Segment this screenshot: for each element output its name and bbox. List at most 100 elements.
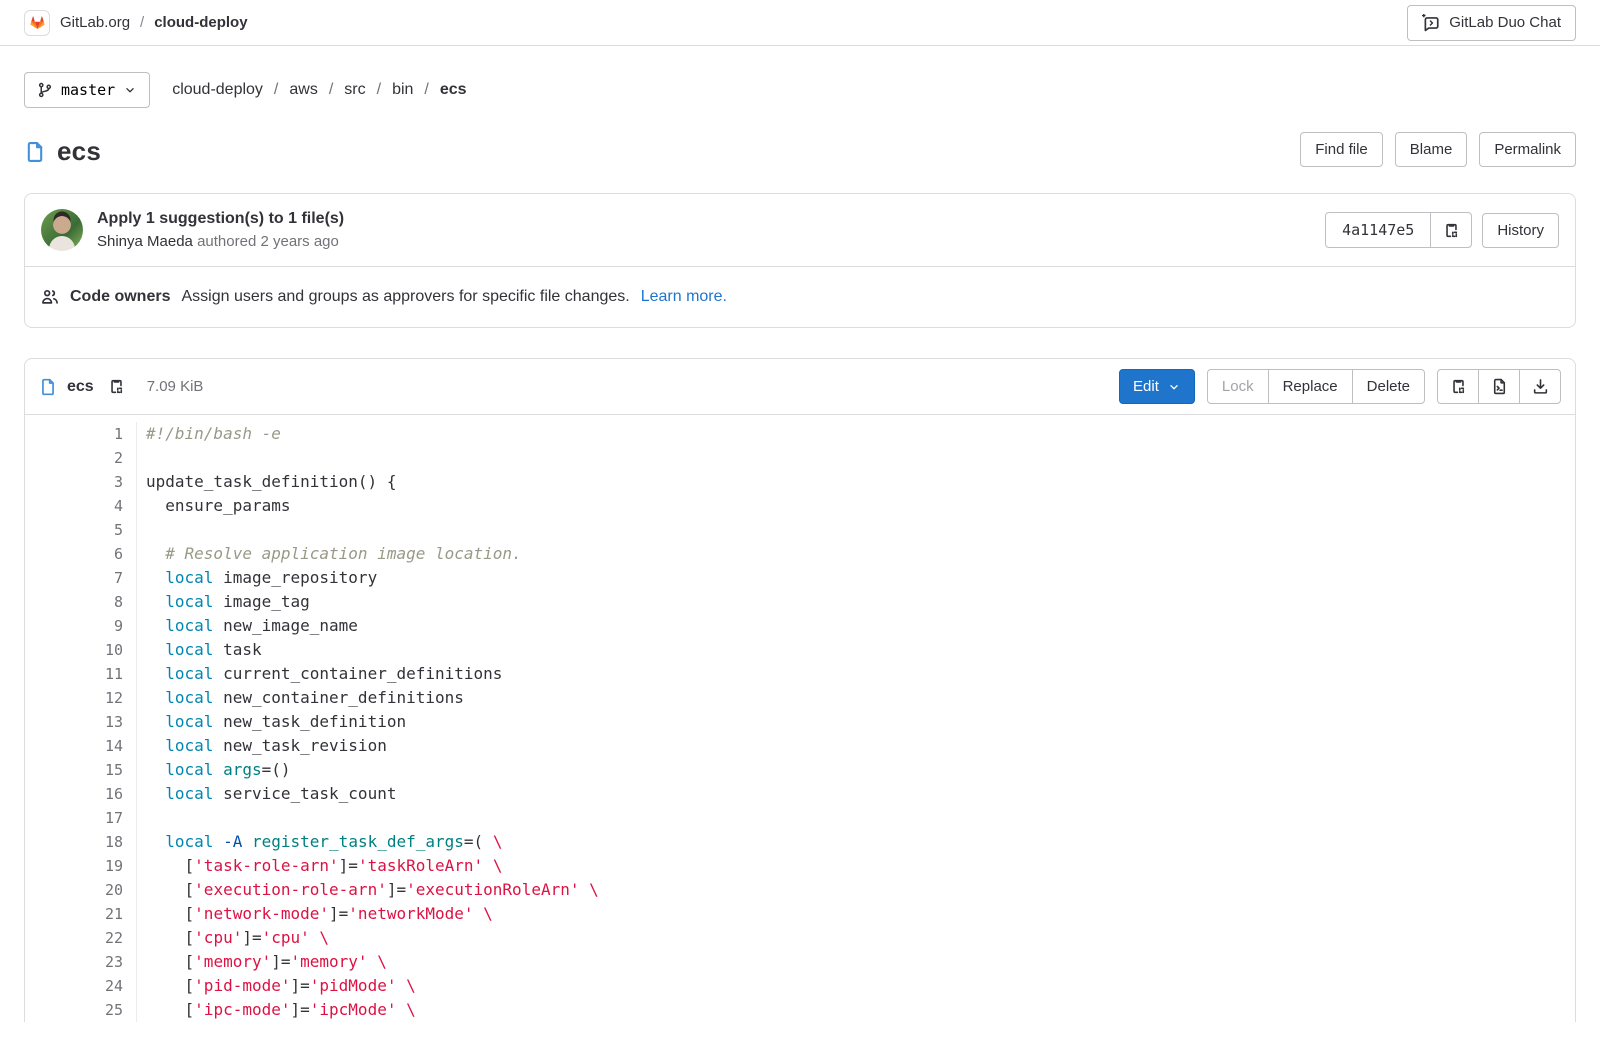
commit-actions: 4a1147e5 History	[1325, 212, 1559, 248]
copy-icon	[1450, 378, 1467, 395]
code-owners-description: Assign users and groups as approvers for…	[181, 288, 629, 306]
delete-button[interactable]: Delete	[1352, 369, 1425, 404]
line-number[interactable]: 14	[25, 734, 137, 758]
line-number[interactable]: 8	[25, 590, 137, 614]
group-link[interactable]: GitLab.org	[60, 14, 130, 31]
file-icon-small	[39, 378, 57, 396]
breadcrumb-item[interactable]: ecs	[440, 81, 467, 99]
project-link[interactable]: cloud-deploy	[154, 14, 247, 31]
line-number[interactable]: 12	[25, 686, 137, 710]
commit-author-link[interactable]: Shinya Maeda	[97, 233, 193, 250]
code-line: 18 local -A register_task_def_args=( \	[25, 830, 1575, 854]
raw-file-icon	[1491, 378, 1508, 395]
code-line-content: local image_repository	[137, 566, 377, 590]
code-line-content: local current_container_definitions	[137, 662, 502, 686]
page-title: ecs	[24, 136, 101, 167]
branch-name: master	[61, 81, 115, 99]
project-breadcrumb: GitLab.org / cloud-deploy	[24, 10, 248, 36]
line-number[interactable]: 4	[25, 494, 137, 518]
code-line-content: update_task_definition() {	[137, 470, 396, 494]
code-line-content: local new_task_definition	[137, 710, 406, 734]
code-line: 9 local new_image_name	[25, 614, 1575, 638]
code-line-content	[137, 806, 146, 830]
commit-sha-button[interactable]: 4a1147e5	[1325, 212, 1431, 248]
lock-button[interactable]: Lock	[1207, 369, 1269, 404]
line-number[interactable]: 11	[25, 662, 137, 686]
history-button[interactable]: History	[1482, 213, 1559, 248]
code-line: 3update_task_definition() {	[25, 470, 1575, 494]
line-number[interactable]: 21	[25, 902, 137, 926]
breadcrumb-item[interactable]: aws	[289, 81, 317, 99]
code-line: 2	[25, 446, 1575, 470]
line-number[interactable]: 23	[25, 950, 137, 974]
commit-info-box: Apply 1 suggestion(s) to 1 file(s) Shiny…	[24, 193, 1576, 328]
duo-chat-icon	[1422, 14, 1440, 32]
commit-meta: Shinya Maeda authored 2 years ago	[97, 233, 1325, 250]
replace-button[interactable]: Replace	[1268, 369, 1353, 404]
top-bar: GitLab.org / cloud-deploy GitLab Duo Cha…	[0, 0, 1600, 46]
copy-file-contents-button[interactable]	[1437, 369, 1479, 404]
code-line: 17	[25, 806, 1575, 830]
line-number[interactable]: 16	[25, 782, 137, 806]
breadcrumb-separator: /	[329, 81, 333, 99]
learn-more-link[interactable]: Learn more.	[641, 288, 727, 306]
avatar[interactable]	[41, 209, 83, 251]
breadcrumb-item[interactable]: src	[344, 81, 365, 99]
title-actions: Find file Blame Permalink	[1300, 132, 1576, 167]
breadcrumb-separator: /	[274, 81, 278, 99]
file-icon	[24, 141, 46, 163]
code-line-content	[137, 518, 146, 542]
copy-file-path-button[interactable]	[104, 374, 129, 399]
download-button[interactable]	[1519, 369, 1561, 404]
code-line-content: # Resolve application image location.	[137, 542, 522, 566]
title-row: ecs Find file Blame Permalink	[24, 132, 1576, 167]
line-number[interactable]: 19	[25, 854, 137, 878]
line-number[interactable]: 17	[25, 806, 137, 830]
breadcrumb-item[interactable]: bin	[392, 81, 413, 99]
code-line-content: ['task-role-arn']='taskRoleArn' \	[137, 854, 502, 878]
code-owners-icon	[41, 288, 59, 306]
code-line-content: ensure_params	[137, 494, 291, 518]
gitlab-logo-icon[interactable]	[24, 10, 50, 36]
code-line: 14 local new_task_revision	[25, 734, 1575, 758]
ref-row: master cloud-deploy/aws/src/bin/ecs	[24, 72, 1576, 108]
duo-chat-label: GitLab Duo Chat	[1449, 14, 1561, 31]
breadcrumb-separator: /	[424, 81, 428, 99]
file-actions: Edit Lock Replace Delete	[1119, 369, 1561, 404]
line-number[interactable]: 15	[25, 758, 137, 782]
line-number[interactable]: 9	[25, 614, 137, 638]
code-line: 24 ['pid-mode']='pidMode' \	[25, 974, 1575, 998]
code-line-content: ['cpu']='cpu' \	[137, 926, 329, 950]
open-raw-button[interactable]	[1478, 369, 1520, 404]
line-number[interactable]: 20	[25, 878, 137, 902]
line-number[interactable]: 7	[25, 566, 137, 590]
blame-button[interactable]: Blame	[1395, 132, 1468, 167]
edit-dropdown-button[interactable]: Edit	[1119, 369, 1195, 404]
chevron-down-icon	[123, 83, 137, 97]
file-viewer: ecs 7.09 KiB Edit Lock Replace	[24, 358, 1576, 1022]
line-number[interactable]: 25	[25, 998, 137, 1022]
breadcrumb-separator: /	[140, 14, 144, 31]
commit-title-link[interactable]: Apply 1 suggestion(s) to 1 file(s)	[97, 210, 1325, 228]
line-number[interactable]: 5	[25, 518, 137, 542]
line-number[interactable]: 2	[25, 446, 137, 470]
line-number[interactable]: 3	[25, 470, 137, 494]
line-number[interactable]: 18	[25, 830, 137, 854]
line-number[interactable]: 10	[25, 638, 137, 662]
code-line-content: ['pid-mode']='pidMode' \	[137, 974, 416, 998]
line-number[interactable]: 6	[25, 542, 137, 566]
line-number[interactable]: 1	[25, 422, 137, 446]
line-number[interactable]: 13	[25, 710, 137, 734]
code-line-content: local service_task_count	[137, 782, 396, 806]
find-file-button[interactable]: Find file	[1300, 132, 1383, 167]
line-number[interactable]: 24	[25, 974, 137, 998]
permalink-button[interactable]: Permalink	[1479, 132, 1576, 167]
code-line-content: #!/bin/bash -e	[137, 422, 281, 446]
copy-commit-sha-button[interactable]	[1430, 212, 1472, 248]
code-line-content: ['execution-role-arn']='executionRoleArn…	[137, 878, 599, 902]
branch-selector[interactable]: master	[24, 72, 150, 108]
code-line-content: local new_task_revision	[137, 734, 387, 758]
duo-chat-button[interactable]: GitLab Duo Chat	[1407, 5, 1576, 41]
line-number[interactable]: 22	[25, 926, 137, 950]
breadcrumb-item[interactable]: cloud-deploy	[172, 81, 263, 99]
